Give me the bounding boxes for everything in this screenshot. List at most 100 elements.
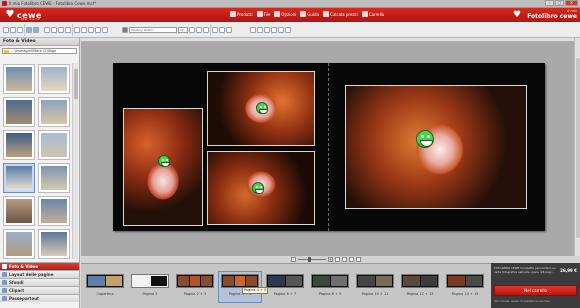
add-clipart-icon[interactable] (58, 27, 64, 33)
photobook-spread (113, 63, 545, 231)
underline-icon[interactable] (203, 27, 209, 33)
align-icon[interactable] (95, 27, 101, 33)
page-thumbnails: Copertina Pagina 1 Pagina 2 + 3 Pagina 4… (84, 271, 486, 303)
send-back-icon[interactable] (257, 27, 263, 33)
page-thumbnail[interactable]: Copertina (84, 272, 126, 302)
menu-item-calcola-prezzi[interactable]: Calcola prezzi (323, 11, 358, 17)
align-center-icon[interactable] (219, 27, 225, 33)
save-icon[interactable] (17, 27, 23, 33)
delete-icon[interactable] (285, 27, 291, 33)
photo-thumbnail[interactable] (38, 64, 70, 94)
smiley-sticker[interactable] (256, 102, 268, 114)
zoom-slider-thumb[interactable] (308, 257, 311, 262)
photo-thumbnails (2, 63, 70, 259)
photo-frame-left-tall[interactable] (123, 108, 203, 226)
page-thumbnail[interactable]: Pagina 6 + 7 (264, 272, 306, 302)
thumbnail-image (41, 100, 67, 124)
photo-thumbnail[interactable] (38, 130, 70, 160)
page-label: Pagina 10 + 11 (361, 292, 389, 296)
menu-item-guida[interactable]: Guida (300, 11, 319, 17)
smiley-sticker[interactable] (416, 130, 434, 148)
lock-icon[interactable] (278, 27, 284, 33)
flip-icon[interactable] (88, 27, 94, 33)
page-thumbnail[interactable]: Pagina 14 + 15 (444, 272, 486, 302)
tab-foto-video[interactable]: Foto & Video (0, 262, 79, 270)
photo-thumbnail[interactable] (3, 229, 35, 259)
menu-item-opzioni[interactable]: Opzioni (274, 11, 296, 17)
maximize-button[interactable]: □ (555, 0, 564, 6)
bold-icon[interactable] (189, 27, 195, 33)
photo-thumbnail[interactable] (3, 97, 35, 127)
redo-icon[interactable] (33, 27, 39, 33)
new-icon[interactable] (3, 27, 9, 33)
page-thumbnail[interactable]: Pagina 12 + 13 (399, 272, 441, 302)
open-icon[interactable] (10, 27, 16, 33)
page-thumbnail[interactable]: Pagina 10 + 11 (354, 272, 396, 302)
rotate-icon[interactable] (81, 27, 87, 33)
align-left-icon[interactable] (212, 27, 218, 33)
photo-thumbnail[interactable] (3, 130, 35, 160)
align-right-icon[interactable] (226, 27, 232, 33)
close-button[interactable]: ✕ (565, 0, 578, 6)
bring-front-icon[interactable] (250, 27, 256, 33)
toolbar: Century Gothic 12 (0, 22, 580, 38)
scrollbar-thumb[interactable] (74, 69, 78, 99)
page-preview (221, 274, 259, 288)
page-preview (356, 274, 394, 288)
scrollbar-thumb[interactable] (576, 58, 580, 238)
page-thumbnail[interactable]: Pagina 2 + 3 (174, 272, 216, 302)
smiley-sticker[interactable] (252, 182, 264, 194)
photo-frame-right-large[interactable] (345, 85, 527, 209)
minimize-button[interactable]: – (545, 0, 554, 6)
fit-page-icon[interactable] (335, 257, 340, 262)
zoom-in-button[interactable]: + (328, 257, 333, 262)
page-thumbnail[interactable]: Pagina 1 (129, 272, 171, 302)
add-to-cart-button[interactable]: Nel carrello (494, 285, 577, 296)
photo-image (124, 109, 202, 225)
photo-thumbnail[interactable] (38, 163, 70, 193)
editor-workspace (81, 38, 580, 256)
size-dropdown[interactable]: 12 (178, 27, 188, 33)
font-dropdown[interactable]: Century Gothic (129, 27, 177, 33)
photo-thumbnail[interactable] (38, 229, 70, 259)
fullscreen-icon[interactable] (356, 257, 361, 262)
menu-item-prodotti[interactable]: Prodotti (230, 11, 253, 17)
fit-spread-icon[interactable] (342, 257, 347, 262)
window-controls: – □ ✕ (545, 0, 578, 7)
passepartout-icon (2, 296, 7, 301)
page-preview (86, 274, 124, 288)
thumbnail-scrollbar[interactable] (72, 63, 78, 259)
menu-item-file[interactable]: File (256, 11, 270, 17)
undo-icon[interactable] (26, 27, 32, 33)
photo-thumbnail[interactable] (3, 196, 35, 226)
add-photo-icon[interactable] (44, 27, 50, 33)
italic-icon[interactable] (196, 27, 202, 33)
tab-sfondi[interactable]: Sfondi (0, 278, 79, 286)
photo-thumbnail[interactable] (38, 97, 70, 127)
menu-item-carrello[interactable]: Carrello (361, 11, 384, 17)
photo-thumbnail[interactable] (3, 64, 35, 94)
smiley-sticker[interactable] (158, 155, 170, 167)
color-icon[interactable] (122, 27, 128, 33)
photo-thumbnail[interactable] (38, 196, 70, 226)
zoom-slider[interactable] (298, 257, 326, 262)
vertical-scrollbar[interactable] (574, 38, 580, 256)
photo-thumbnail-selected[interactable] (3, 163, 35, 193)
actual-size-icon[interactable] (349, 257, 354, 262)
page-thumbnail[interactable]: Pagina 8 + 9 (309, 272, 351, 302)
photo-frame-left-bottom[interactable] (207, 151, 315, 225)
add-text-icon[interactable] (51, 27, 57, 33)
tab-layout-pagine[interactable]: Layout delle pagine (0, 270, 79, 278)
tab-clipart[interactable]: Clipart (0, 286, 79, 294)
folder-path[interactable]: ...\Immagini\Mare (2)\Ngn (2, 48, 77, 54)
tab-passepartout[interactable]: Passepartout (0, 294, 79, 302)
crop-icon[interactable] (74, 27, 80, 33)
page-label: Pagina 14 + 15 (451, 292, 479, 296)
ungroup-icon[interactable] (271, 27, 277, 33)
zoom-out-button[interactable]: - (291, 257, 296, 262)
group-icon[interactable] (264, 27, 270, 33)
product-logo: ♥ il mio Fotolibro cewe (509, 9, 577, 21)
effects-icon[interactable] (102, 27, 108, 33)
photo-frame-left-top[interactable] (207, 71, 315, 146)
add-shape-icon[interactable] (65, 27, 71, 33)
